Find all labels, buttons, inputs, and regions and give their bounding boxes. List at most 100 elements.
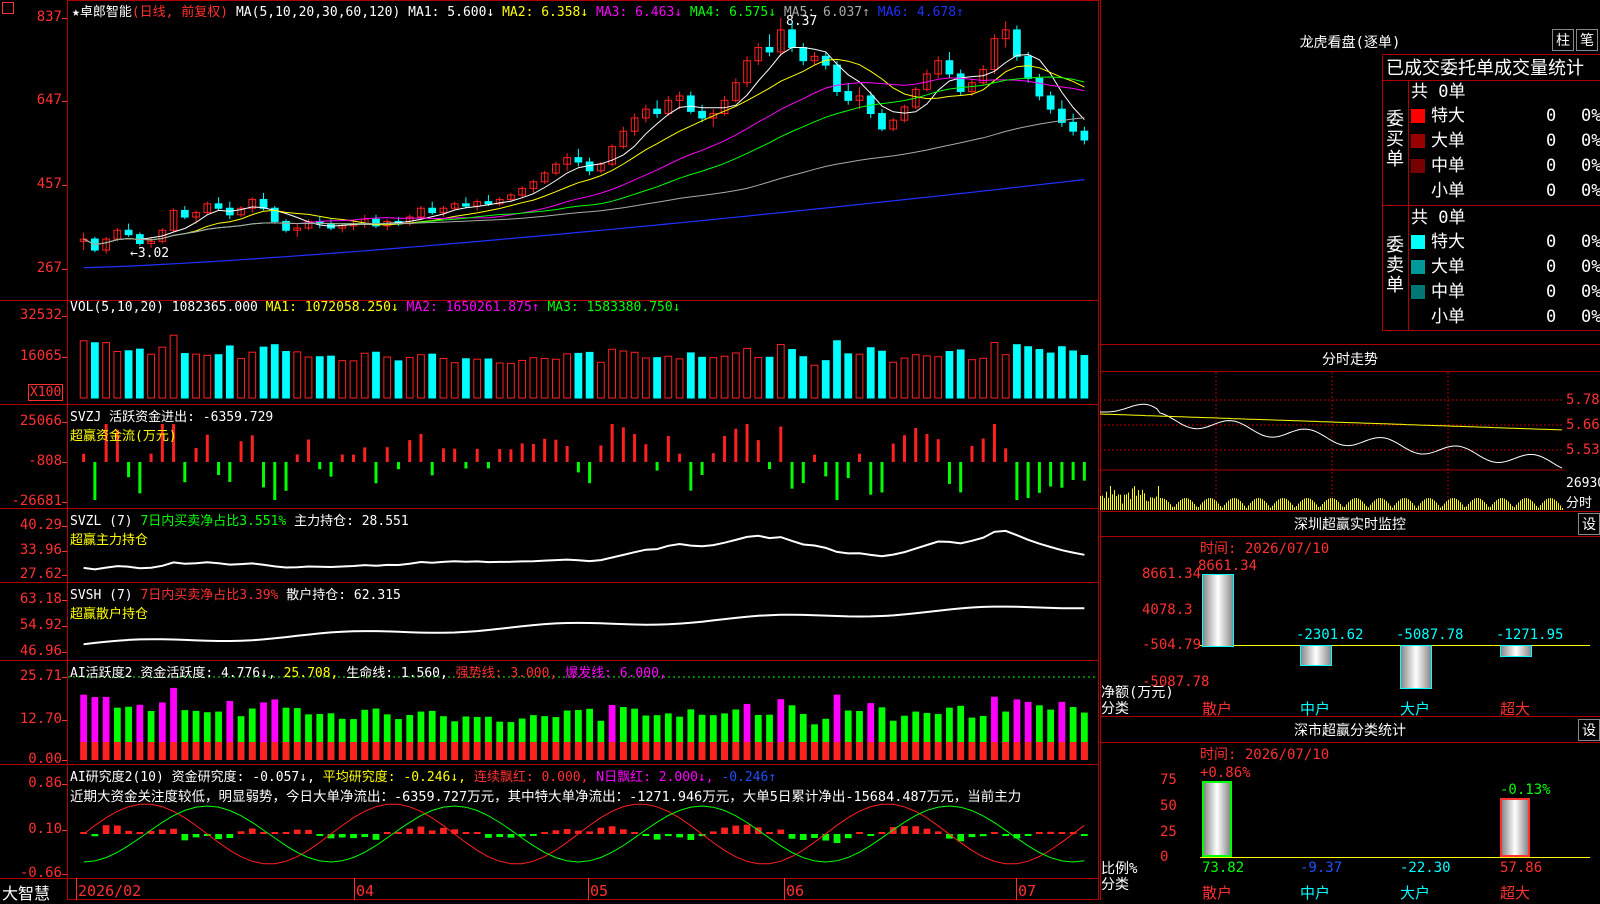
ma-line: [84, 59, 1085, 244]
volume-bar: [1081, 356, 1088, 398]
volume-bar: [631, 352, 638, 398]
y-tick-label: 5.66: [1566, 417, 1600, 433]
flow-bar: [352, 455, 355, 462]
intraday-vol-bar: [1104, 498, 1105, 510]
order-row: 中单 0 0%: [1411, 280, 1600, 304]
order-row: 中单 0 0%: [1411, 154, 1600, 178]
activity-base: [395, 742, 402, 760]
research-bar: [1036, 832, 1043, 834]
candle[interactable]: [1014, 30, 1021, 56]
indicator-value: MA1: 1072058.250↓: [266, 300, 399, 315]
candle[interactable]: [957, 74, 964, 92]
candle[interactable]: [125, 230, 132, 234]
candle[interactable]: [429, 208, 436, 212]
intraday-vol-bar: [1380, 498, 1381, 510]
intraday-vol-bar: [1416, 508, 1417, 510]
intraday-vol-bar: [1486, 504, 1487, 510]
intraday-vol-bar: [1490, 507, 1491, 510]
intraday-vol-bar: [1478, 498, 1479, 510]
candle[interactable]: [1081, 131, 1088, 140]
intraday-vol-bar: [1206, 499, 1207, 510]
intraday-vol-bar: [1158, 486, 1159, 510]
y-tick-mark: [62, 677, 67, 678]
order-count: 0: [1546, 179, 1556, 203]
intraday-vol-bar: [1508, 502, 1509, 510]
intraday-vol-bar: [1424, 499, 1425, 510]
candle[interactable]: [654, 109, 661, 113]
y-tick-label: 0.10: [0, 821, 62, 837]
flow-bar: [195, 448, 198, 462]
candle[interactable]: [1070, 122, 1077, 131]
sz-monitor-settings-button[interactable]: 设: [1578, 513, 1600, 535]
activity-base: [305, 742, 312, 760]
volume-bar: [991, 342, 998, 398]
candle[interactable]: [215, 204, 222, 208]
flow-bar: [970, 446, 973, 462]
volume-bar: [654, 358, 661, 398]
candle[interactable]: [789, 30, 796, 48]
activity-base: [1059, 742, 1066, 760]
intraday-vol-bar: [1562, 508, 1563, 510]
intraday-vol-bar: [1220, 506, 1221, 510]
intraday-vol-bar: [1310, 499, 1311, 510]
sz-monitor-title: 深圳超赢实时监控: [1100, 514, 1600, 537]
candle[interactable]: [463, 204, 470, 206]
order-color-swatch: [1411, 260, 1425, 274]
research-bar: [969, 834, 976, 837]
candle[interactable]: [260, 199, 267, 208]
candle[interactable]: [766, 48, 773, 52]
research-bar: [744, 825, 751, 834]
intraday-vol-bar: [1500, 498, 1501, 510]
intraday-vol-bar: [1210, 498, 1211, 510]
menu-icon[interactable]: [2, 2, 14, 14]
research-bar: [226, 834, 233, 838]
candle[interactable]: [575, 158, 582, 162]
candle[interactable]: [845, 92, 852, 101]
activity-base: [226, 742, 233, 760]
activity-base: [834, 742, 841, 760]
flow-bar: [228, 462, 231, 482]
intraday-vol-bar: [1484, 502, 1485, 510]
volume-bar: [642, 358, 649, 398]
candle[interactable]: [800, 48, 807, 61]
order-pct: 0%: [1581, 230, 1600, 254]
intraday-vol-bar: [1362, 502, 1363, 510]
intraday-vol-bar: [1138, 490, 1139, 510]
bar-mode-button[interactable]: 柱: [1552, 29, 1574, 51]
intraday-chart[interactable]: [1100, 372, 1564, 510]
candle[interactable]: [946, 61, 953, 74]
intraday-vol-bar: [1106, 492, 1107, 510]
research-bar: [687, 834, 694, 840]
y-tick-mark: [62, 784, 67, 785]
research-bar: [935, 831, 942, 834]
intraday-vol-bar: [1254, 499, 1255, 510]
volume-bar: [676, 359, 683, 398]
intraday-vol-bar: [1118, 494, 1119, 510]
volume-bar: [980, 358, 987, 398]
intraday-vol-bar: [1248, 505, 1249, 510]
order-color-swatch: [1411, 285, 1425, 299]
activity-base: [890, 742, 897, 760]
candle[interactable]: [834, 65, 841, 91]
intraday-vol-bar: [1348, 502, 1349, 510]
intraday-vol-bar: [1404, 498, 1405, 510]
sz-class-settings-button[interactable]: 设: [1578, 719, 1600, 741]
intraday-vol-bar: [1178, 502, 1179, 510]
intraday-vol-bar: [1472, 500, 1473, 510]
candle[interactable]: [687, 96, 694, 111]
intraday-vol-bar: [1234, 498, 1235, 510]
candle[interactable]: [1047, 96, 1054, 109]
candle[interactable]: [699, 111, 706, 118]
y-tick-label: 12.70: [0, 711, 62, 727]
candlestick-chart[interactable]: [0, 0, 1099, 900]
candle[interactable]: [1025, 56, 1032, 78]
tick-mode-button[interactable]: 笔: [1576, 29, 1598, 51]
candle[interactable]: [1036, 78, 1043, 96]
candle[interactable]: [485, 202, 492, 204]
research-bar: [418, 826, 425, 834]
activity-base: [1047, 742, 1054, 760]
candle[interactable]: [879, 114, 886, 129]
research-bar: [766, 832, 773, 834]
intraday-vol-bar: [1444, 504, 1445, 510]
candle[interactable]: [181, 210, 188, 217]
